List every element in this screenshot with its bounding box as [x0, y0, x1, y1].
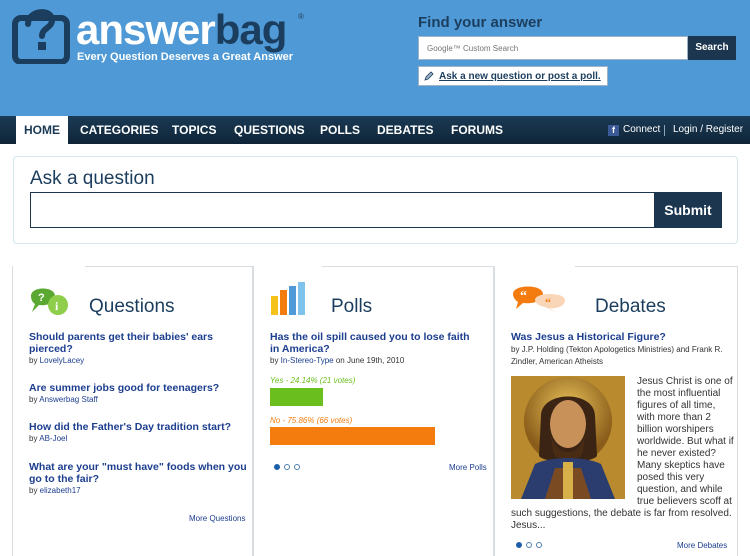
question-meta-4: by elizabeth17 — [29, 486, 81, 495]
question-author-3[interactable]: AB-Joel — [39, 434, 67, 443]
polls-title: Polls — [331, 296, 373, 317]
brand-logo-text[interactable]: answerbag — [76, 6, 288, 53]
jesus-mosaic-image[interactable] — [511, 376, 625, 499]
nav-debates[interactable]: DEBATES — [377, 116, 433, 144]
debate-bubbles-icon: “ “ — [513, 286, 565, 313]
nav-divider — [664, 125, 665, 136]
poll-meta: by In-Stereo-Type on June 19th, 2010 — [270, 356, 404, 365]
answerbag-logo-icon[interactable] — [12, 4, 72, 64]
byline-prefix: by — [29, 434, 40, 443]
question-author-4[interactable]: elizabeth17 — [40, 486, 81, 495]
question-author-2[interactable]: Answerbag Staff — [39, 395, 98, 404]
poll-date: on June 19th, 2010 — [333, 356, 405, 365]
more-debates-link[interactable]: More Debates — [677, 541, 727, 550]
question-link-2[interactable]: Are summer jobs good for teenagers? — [29, 382, 239, 394]
nav-categories[interactable]: CATEGORIES — [80, 116, 158, 144]
poll-option-yes-bar — [270, 388, 323, 406]
byline-prefix: by — [270, 356, 281, 365]
excerpt-line: posed this very — [637, 472, 705, 483]
excerpt-line: the most influential — [637, 388, 721, 399]
ask-question-panel: Ask a question Submit — [13, 156, 738, 244]
search-field-wrapper — [418, 36, 688, 60]
question-meta-2: by Answerbag Staff — [29, 395, 98, 404]
poll-question-link[interactable]: Has the oil spill caused you to lose fai… — [270, 331, 480, 355]
more-polls-link[interactable]: More Polls — [449, 463, 487, 472]
excerpt-line: worldwide. But what if — [637, 436, 734, 447]
search-button[interactable]: Search — [688, 36, 736, 60]
svg-text:“: “ — [545, 295, 551, 309]
byline-prefix: by — [29, 395, 40, 404]
excerpt-line: such suggestions, the debate is far from… — [511, 508, 732, 519]
search-input[interactable] — [419, 37, 687, 59]
nav-polls[interactable]: POLLS — [320, 116, 360, 144]
question-link-1[interactable]: Should parents get their babies' ears pi… — [29, 331, 229, 355]
excerpt-line: with more than 2 — [637, 412, 711, 423]
login-register-link[interactable]: Login / Register — [673, 116, 743, 144]
poll-option-yes-label: Yes - 24.14% (21 votes) — [270, 376, 356, 385]
excerpt-line: Many skeptics have — [637, 460, 725, 471]
pager-dot-1[interactable] — [516, 542, 522, 548]
facebook-connect-link[interactable]: Connect — [623, 116, 660, 144]
excerpt-line: Jesus Christ is one of — [637, 376, 733, 387]
questions-title: Questions — [89, 296, 175, 317]
nav-forums[interactable]: FORUMS — [451, 116, 503, 144]
excerpt-line: question, and while — [637, 484, 723, 495]
pager-dot-2[interactable] — [526, 542, 532, 548]
find-answer-label: Find your answer — [418, 14, 543, 31]
ask-link-box: Ask a new question or post a poll. — [418, 66, 608, 86]
polls-panel: Polls Has the oil spill caused you to lo… — [253, 265, 494, 556]
brand-bag: bag — [214, 6, 288, 53]
question-meta-1: by LovelyLacey — [29, 356, 84, 365]
svg-text:“: “ — [520, 289, 527, 304]
poll-option-no-label: No - 75.86% (66 votes) — [270, 416, 353, 425]
questions-panel: ? i Questions Should parents get their b… — [12, 265, 253, 556]
debates-panel: “ “ Debates Was Jesus a Historical Figur… — [494, 265, 738, 556]
excerpt-line: figures of all time, — [637, 400, 716, 411]
nav-topics[interactable]: TOPICS — [172, 116, 216, 144]
byline-prefix: by — [29, 356, 40, 365]
excerpt-line: Jesus... — [511, 520, 546, 531]
nav-questions[interactable]: QUESTIONS — [234, 116, 305, 144]
site-header: answerbag ® Every Question Deserves a Gr… — [0, 0, 750, 116]
brand-answer: answer — [76, 6, 216, 53]
ask-question-title: Ask a question — [30, 168, 155, 189]
question-author-1[interactable]: LovelyLacey — [40, 356, 84, 365]
registered-mark: ® — [298, 12, 304, 21]
ask-new-question-link[interactable]: Ask a new question or post a poll. — [439, 71, 601, 82]
speech-bubble-icon: ? i — [31, 288, 68, 315]
pager-dot-1[interactable] — [274, 464, 280, 470]
pencil-icon — [424, 71, 434, 81]
excerpt-line: billion worshipers — [637, 424, 714, 435]
excerpt-line: he never existed? — [637, 448, 716, 459]
pager-dot-3[interactable] — [294, 464, 300, 470]
brand-tagline: Every Question Deserves a Great Answer — [77, 51, 294, 63]
byline-prefix: by — [29, 486, 40, 495]
question-link-3[interactable]: How did the Father's Day tradition start… — [29, 421, 244, 433]
bar-chart-icon — [271, 282, 305, 315]
debates-title: Debates — [595, 296, 666, 317]
more-questions-link[interactable]: More Questions — [189, 514, 245, 523]
pager-dot-3[interactable] — [536, 542, 542, 548]
svg-text:?: ? — [38, 292, 45, 304]
debate-question-link[interactable]: Was Jesus a Historical Figure? — [511, 331, 731, 343]
question-meta-3: by AB-Joel — [29, 434, 67, 443]
main-nav: HOME CATEGORIES TOPICS QUESTIONS POLLS D… — [0, 116, 750, 144]
poll-author[interactable]: In-Stereo-Type — [281, 356, 334, 365]
nav-home[interactable]: HOME — [16, 116, 68, 144]
facebook-icon[interactable]: f — [608, 125, 619, 136]
pager-dot-2[interactable] — [284, 464, 290, 470]
question-link-4[interactable]: What are your "must have" foods when you… — [29, 461, 247, 485]
debate-authors: by J.P. Holding (Tekton Apologetics Mini… — [511, 345, 723, 366]
poll-option-no-bar — [270, 427, 436, 445]
excerpt-line: true believers scoff at — [637, 496, 732, 507]
submit-button[interactable]: Submit — [654, 192, 722, 228]
ask-question-input[interactable] — [30, 192, 655, 228]
